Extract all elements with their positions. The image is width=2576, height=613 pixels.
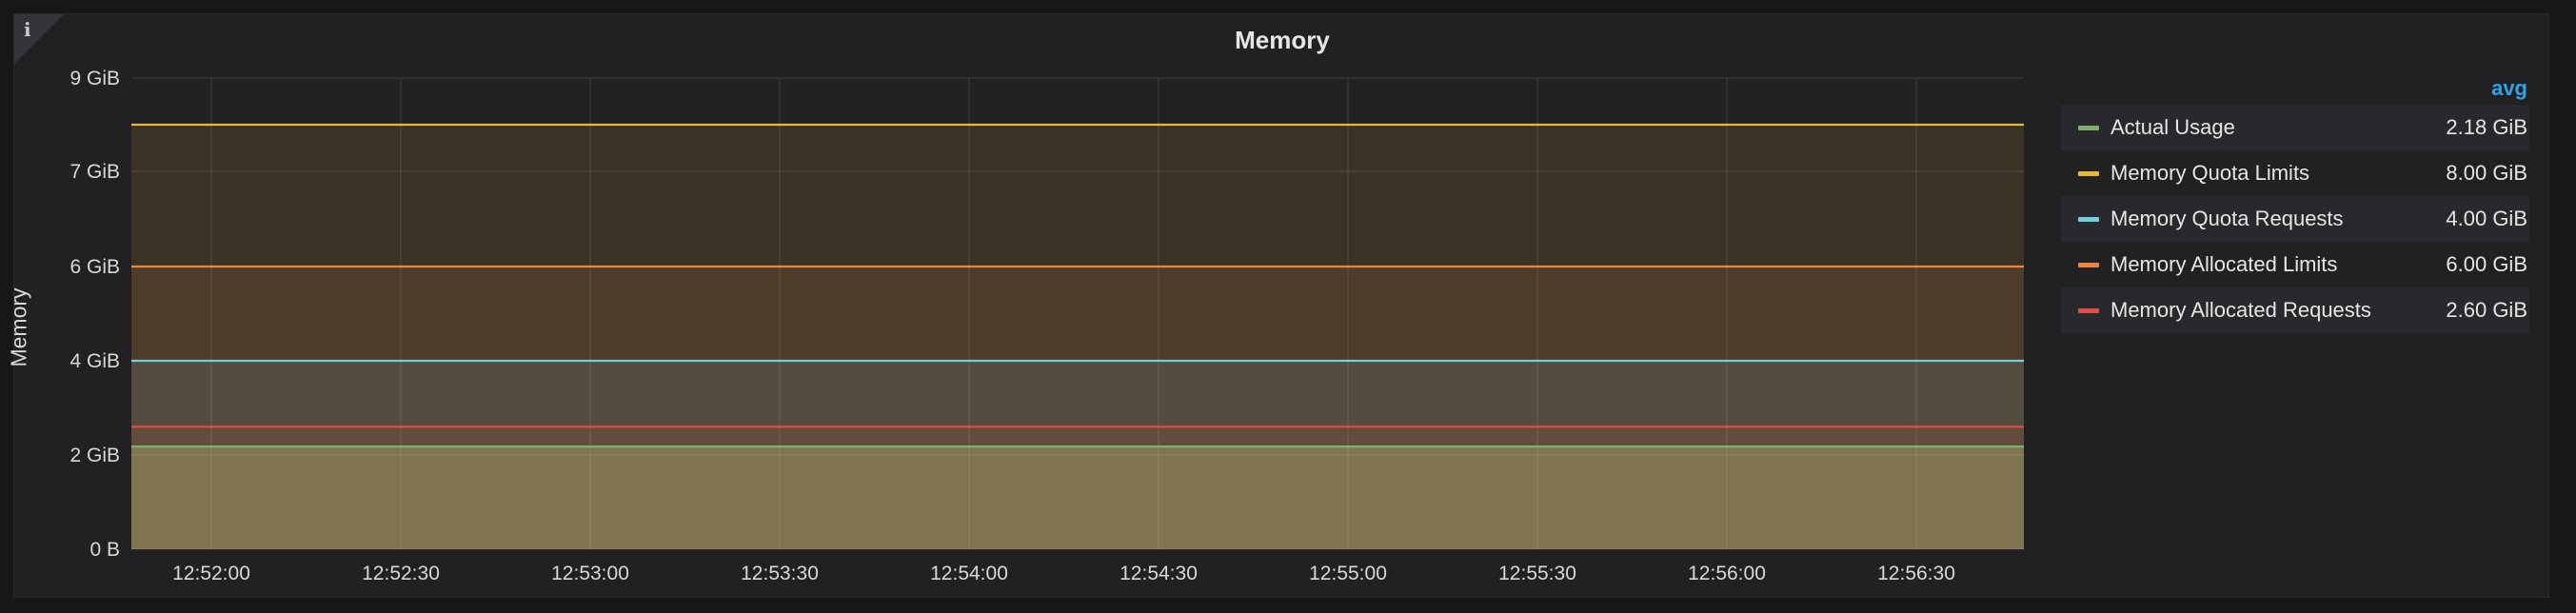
y-tick-label: 2 GiB [69, 445, 120, 466]
x-tick-label: 12:54:30 [1120, 563, 1198, 584]
legend-swatch-icon[interactable] [2078, 263, 2099, 267]
legend-item-avg-value: 6.00 GiB [2446, 252, 2527, 276]
x-tick-label: 12:53:30 [741, 563, 819, 584]
usage-area-fill [131, 446, 2024, 549]
y-tick-label: 0 B [89, 539, 120, 561]
legend-item[interactable]: Memory Quota Requests 4.00 GiB [2061, 196, 2529, 242]
legend-item-avg-value: 2.18 GiB [2446, 115, 2527, 139]
legend-item-avg-value: 4.00 GiB [2446, 207, 2527, 230]
legend-item-label[interactable]: Memory Quota Requests [2110, 196, 2344, 242]
legend: avg Actual Usage 2.18 GiB Memory Quota Lim… [2061, 76, 2529, 333]
y-tick-label: 9 GiB [69, 68, 120, 89]
legend-item[interactable]: Memory Allocated Requests 2.60 GiB [2061, 287, 2529, 333]
x-tick-label: 12:56:00 [1688, 563, 1766, 584]
legend-item-avg-value: 8.00 GiB [2446, 161, 2527, 185]
legend-swatch-icon[interactable] [2078, 171, 2099, 176]
legend-item[interactable]: Memory Quota Limits 8.00 GiB [2061, 150, 2529, 196]
legend-item-label[interactable]: Memory Quota Limits [2110, 150, 2309, 196]
y-tick-label: 6 GiB [69, 256, 120, 278]
legend-item-avg-value: 2.60 GiB [2446, 298, 2527, 322]
legend-swatch-icon[interactable] [2078, 126, 2099, 130]
legend-item[interactable]: Actual Usage 2.18 GiB [2061, 105, 2529, 150]
x-tick-label: 12:52:00 [172, 563, 250, 584]
legend-swatch-icon[interactable] [2078, 308, 2099, 313]
x-tick-label: 12:55:30 [1498, 563, 1576, 584]
x-tick-label: 12:54:00 [930, 563, 1008, 584]
legend-item-label[interactable]: Actual Usage [2110, 105, 2235, 150]
y-tick-label: 4 GiB [69, 350, 120, 372]
x-tick-label: 12:56:30 [1877, 563, 1955, 584]
x-tick-label: 12:53:00 [551, 563, 629, 584]
legend-item-label[interactable]: Memory Allocated Limits [2110, 242, 2337, 287]
y-tick-label: 7 GiB [69, 161, 120, 183]
legend-avg-header[interactable]: avg [2061, 76, 2529, 105]
legend-item-label[interactable]: Memory Allocated Requests [2110, 287, 2371, 333]
legend-item[interactable]: Memory Allocated Limits 6.00 GiB [2061, 242, 2529, 287]
x-tick-label: 12:52:30 [362, 563, 440, 584]
x-tick-label: 12:55:00 [1309, 563, 1387, 584]
legend-swatch-icon[interactable] [2078, 217, 2099, 222]
